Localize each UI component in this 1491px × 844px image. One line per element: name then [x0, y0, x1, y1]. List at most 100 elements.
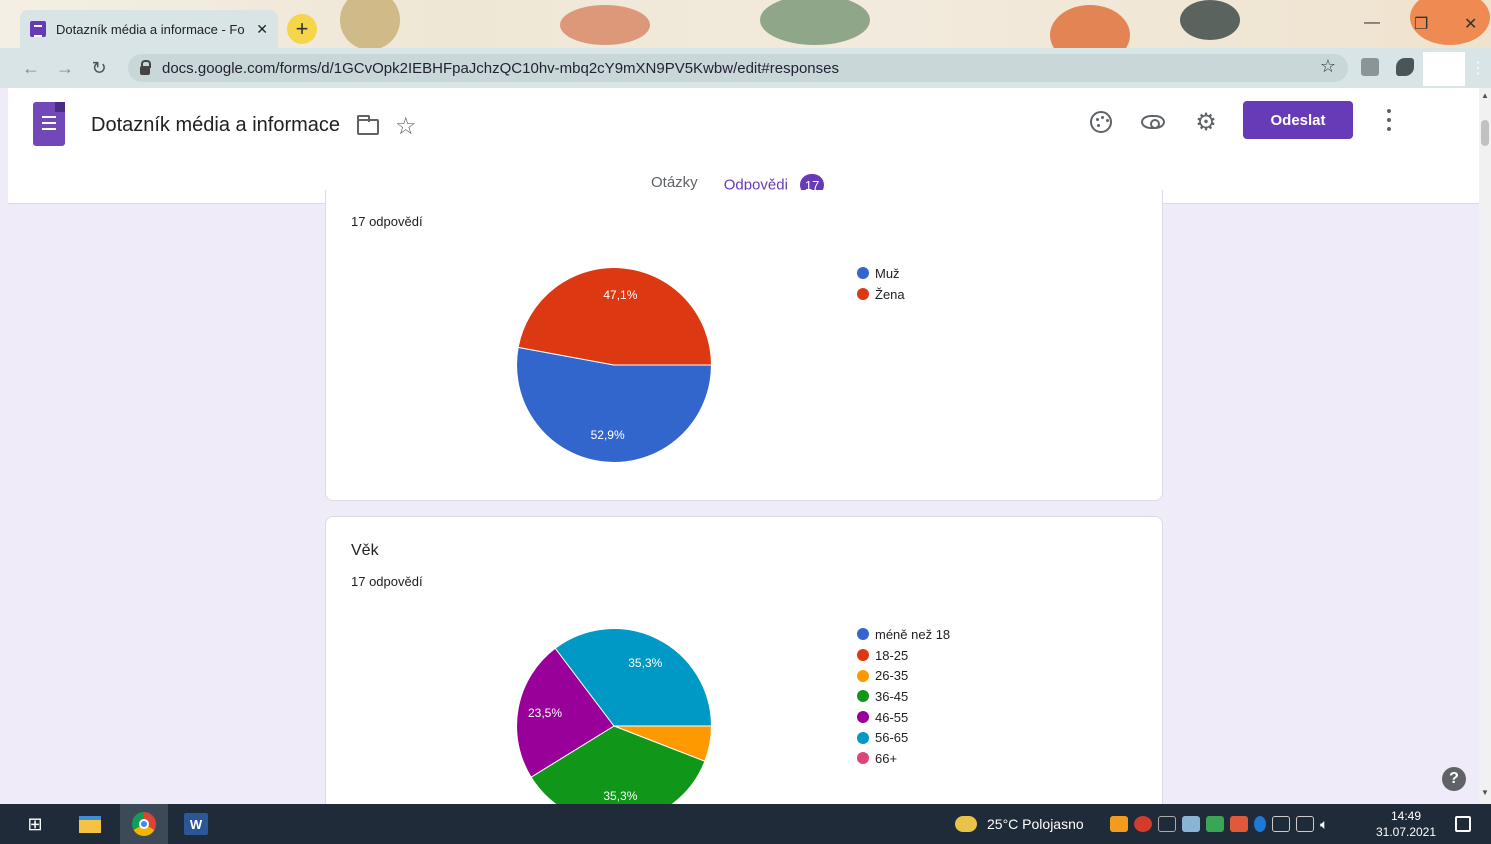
browser-tab[interactable]: Dotazník média a informace - Fo ✕ [20, 10, 278, 48]
legend-dot [857, 752, 869, 765]
google-forms-logo-icon [33, 102, 65, 146]
palette-icon [1090, 111, 1112, 133]
chart-legend: Muž Žena [857, 263, 905, 304]
send-button[interactable]: Odeslat [1243, 101, 1353, 139]
keyboard-icon[interactable] [1272, 816, 1290, 832]
network-icon[interactable] [1296, 816, 1314, 832]
tray-app-icon[interactable] [1230, 816, 1248, 832]
forms-header: Dotazník média a informace ☆ ⚙ Odeslat O… [8, 88, 1479, 204]
bookmark-star-icon[interactable]: ☆ [1320, 56, 1336, 77]
move-to-folder-icon[interactable] [357, 115, 379, 135]
maximize-icon[interactable]: ❐ [1414, 14, 1428, 34]
notifications-icon[interactable] [1450, 804, 1476, 844]
minimize-icon[interactable]: — [1364, 14, 1380, 32]
scroll-down-icon[interactable]: ▼ [1481, 788, 1489, 797]
question-title: Věk [351, 542, 379, 559]
form-title[interactable]: Dotazník média a informace [91, 114, 340, 137]
back-icon[interactable]: ← [14, 58, 48, 79]
clock-date: 31.07.2021 [1375, 825, 1437, 839]
legend-dot [857, 288, 869, 301]
pen-icon[interactable] [1158, 816, 1176, 832]
new-tab-button[interactable]: + [287, 14, 317, 44]
extensions-puzzle-icon[interactable] [1396, 58, 1414, 76]
scrollbar-thumb[interactable] [1481, 120, 1489, 146]
legend-label: 56-65 [875, 730, 909, 746]
weather-text: 25°C Polojasno [987, 816, 1084, 832]
legend-dot [857, 669, 869, 682]
bluetooth-icon[interactable] [1254, 816, 1266, 832]
profile-area[interactable] [1423, 52, 1465, 86]
gear-icon: ⚙ [1195, 108, 1217, 136]
legend-label: 66+ [875, 750, 898, 766]
preview-button[interactable] [1139, 108, 1167, 136]
legend-item: Muž [857, 263, 905, 284]
legend-label: 36-45 [875, 688, 909, 704]
tray-app-icon[interactable] [1134, 816, 1152, 832]
reload-icon[interactable]: ↻ [82, 58, 116, 79]
weather-widget[interactable]: 25°C Polojasno [955, 804, 1084, 844]
tab-questions-label: Otázky [651, 174, 698, 191]
browser-toolbar: ← → ↻ docs.google.com/forms/d/1GCvOpk2IE… [0, 48, 1491, 88]
legend-label: Žena [875, 286, 905, 302]
response-count: 17 odpovědí [351, 574, 423, 589]
decorative-leaf [560, 5, 650, 45]
response-card-gender: 17 odpovědí 52,9% 47,1% Muž Žena [325, 190, 1163, 501]
legend-dot [857, 628, 869, 641]
legend-item: 36-45 [857, 686, 950, 707]
legend-label: 18-25 [875, 647, 909, 663]
pie-slice-label: 47,1% [603, 288, 637, 302]
decorative-leaf [1180, 0, 1240, 40]
google-forms-favicon-icon [30, 21, 46, 37]
decorative-leaf [760, 0, 870, 45]
extension-icon[interactable] [1361, 58, 1379, 76]
legend-dot [857, 649, 869, 662]
forward-icon[interactable]: → [48, 58, 82, 79]
legend-label: méně než 18 [875, 626, 951, 642]
url-text: docs.google.com/forms/d/1GCvOpk2IEBHFpaJ… [162, 59, 839, 77]
more-options-icon[interactable] [1380, 106, 1398, 134]
tray-app-icon[interactable] [1182, 816, 1200, 832]
legend-item: Žena [857, 284, 905, 305]
decorative-flower [1050, 5, 1130, 48]
pie-slice-label: 35,3% [603, 789, 637, 803]
page-scrollbar[interactable]: ▲ ▼ [1479, 88, 1491, 804]
customize-theme-button[interactable] [1087, 108, 1115, 136]
clock[interactable]: 14:49 31.07.2021 [1374, 808, 1438, 840]
pie-slice-label: 35,3% [628, 656, 662, 670]
tray-app-icon[interactable] [1110, 816, 1128, 832]
browser-tab-strip: Dotazník média a informace - Fo ✕ + — ❐ … [0, 0, 1491, 48]
legend-dot [857, 690, 869, 703]
legend-item: 66+ [857, 748, 950, 769]
close-window-icon[interactable]: ✕ [1464, 14, 1477, 34]
tray-app-icon[interactable] [1206, 816, 1224, 832]
response-count: 17 odpovědí [351, 214, 423, 229]
tab-close-button[interactable]: ✕ [256, 21, 268, 38]
settings-button[interactable]: ⚙ [1192, 108, 1220, 136]
clock-time: 14:49 [1390, 809, 1422, 823]
chart-legend: méně než 18 18-25 26-35 36-45 46-55 56-65 66+ [857, 624, 950, 769]
legend-label: Muž [875, 265, 900, 281]
address-bar[interactable]: docs.google.com/forms/d/1GCvOpk2IEBHFpaJ… [128, 54, 1348, 82]
word-taskbar-icon[interactable]: W [178, 804, 214, 844]
pie-slice-label: 23,5% [528, 706, 562, 720]
star-icon[interactable]: ☆ [395, 112, 417, 141]
legend-item: 26-35 [857, 665, 950, 686]
pie-chart-gender: 52,9% 47,1% [516, 267, 712, 463]
volume-icon[interactable]: 🔈︎ [1320, 816, 1328, 833]
pie-chart-age: 35,3% 23,5% 35,3% [516, 628, 712, 824]
chrome-taskbar-icon[interactable] [120, 804, 168, 844]
legend-item: 18-25 [857, 645, 950, 666]
scroll-up-icon[interactable]: ▲ [1481, 91, 1489, 100]
windows-start-icon[interactable]: ⊞ [20, 804, 50, 844]
weather-icon [955, 816, 977, 832]
file-explorer-icon[interactable] [72, 804, 108, 844]
browser-menu-icon[interactable]: ⋮ [1470, 58, 1486, 78]
legend-item: 46-55 [857, 707, 950, 728]
windows-taskbar: ⊞ W 25°C Polojasno 🔈︎ 14:49 31.07.2021 [0, 804, 1491, 844]
legend-dot [857, 267, 869, 280]
legend-label: 26-35 [875, 668, 909, 684]
pie-slice[interactable] [517, 267, 712, 366]
pie-slice-label: 52,9% [591, 428, 625, 442]
decorative-leaf [340, 0, 400, 48]
help-button[interactable]: ? [1442, 767, 1466, 791]
